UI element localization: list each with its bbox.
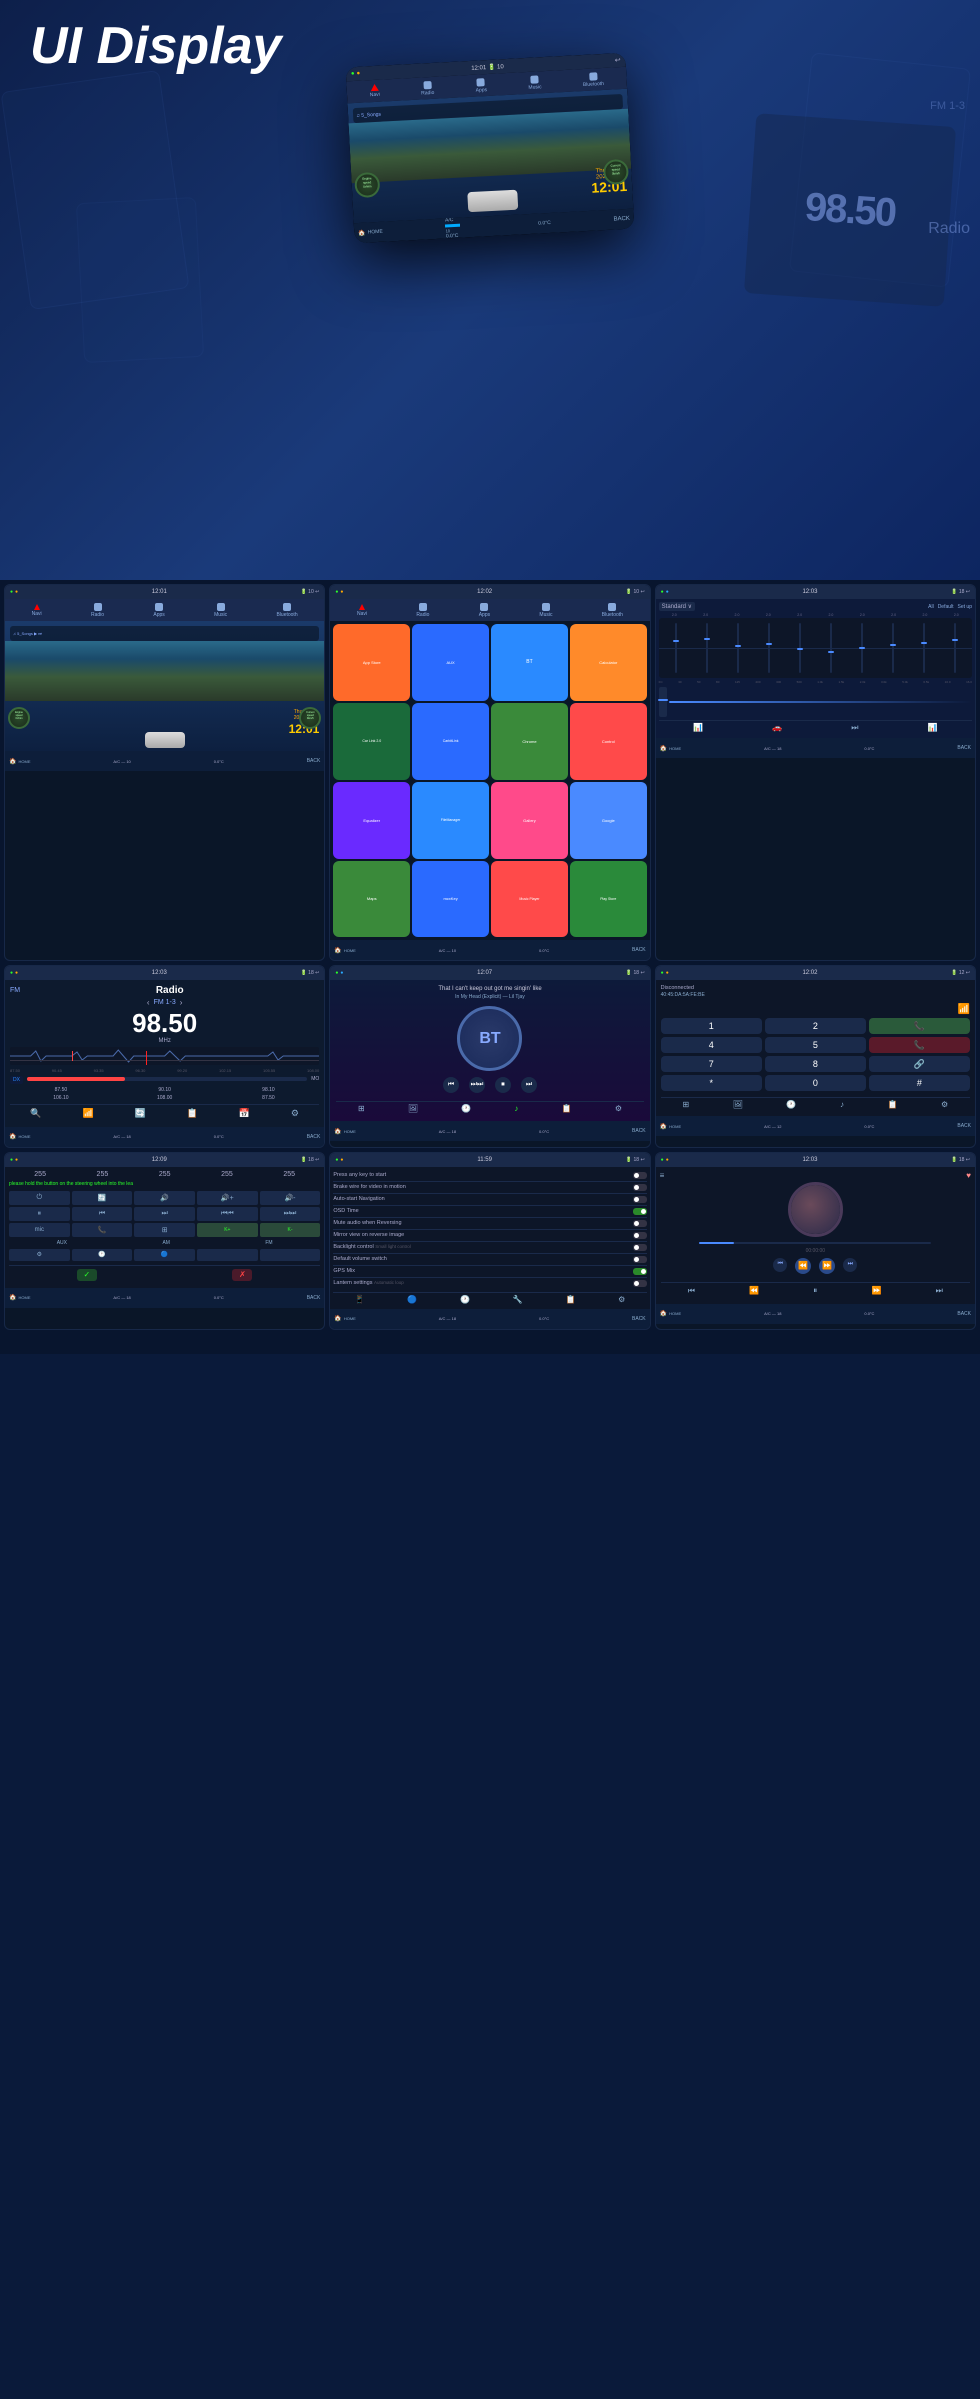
s6-bottombar: 🏠 HOME A/C — 12 0.0°C BACK	[656, 1116, 975, 1136]
s7-content: 255255255255255 please hold the button o…	[5, 1167, 324, 1288]
screens-grid: ●● 12:01 🔋 10 ↩ Navi Radio Apps Music Bl…	[0, 580, 980, 1334]
s9-topbar: ●● 12:03 🔋 18 ↩	[656, 1153, 975, 1167]
music-controls: ⏮ ⏪ ⏩ ⏭	[661, 1258, 970, 1274]
s7-topbar: ●● 12:09 🔋 18 ↩	[5, 1153, 324, 1167]
music-time: 00:00:00	[661, 1248, 970, 1254]
s4-topbar: ●● 12:03 🔋 18 ↩	[5, 966, 324, 980]
s9-bottombar: 🏠 HOME A/C — 18 0.0°C BACK	[656, 1304, 975, 1324]
s2-navbar: Navi Radio Apps Music Bluetooth	[330, 599, 649, 621]
next-btn[interactable]: ⏭	[843, 1258, 857, 1272]
s5-bt-content: That I can't keep out got me singin' lik…	[330, 980, 649, 1121]
screen-phone: ●● 12:02 🔋 12 ↩ Disconnected 40:45:DA:5A…	[655, 965, 976, 1148]
screen-radio: ●● 12:03 🔋 18 ↩ FM Radio ‹ FM 1-3 › 98.5…	[4, 965, 325, 1148]
screen-settings: ●● 11:59 🔋 18 ↩ Press any key to start B…	[329, 1152, 650, 1330]
hero-screen: ● ● 12:01 🔋 10 ↩ Navi Radio Apps Music B…	[346, 53, 635, 243]
music-bottom-icons: ⏮ ⏪ ⏸ ⏩ ⏭	[661, 1282, 970, 1299]
page-title: UI Display	[30, 20, 950, 72]
screen-apps: ●● 12:02 🔋 10 ↩ Navi Radio Apps Music Bl…	[329, 584, 650, 961]
s2-bottombar: 🏠 HOME A/C — 10 0.0°C BACK	[330, 940, 649, 960]
s5-topbar: ●● 12:07 🔋 18 ↩	[330, 966, 649, 980]
s6-phone-content: Disconnected 40:45:DA:5A:FE:BE 📶 1 2 📞 4…	[656, 980, 975, 1116]
s1-topbar: ●● 12:01 🔋 10 ↩	[5, 585, 324, 599]
s1-navbar: Navi Radio Apps Music Bluetooth	[5, 599, 324, 621]
screen-equalizer: ●● 12:03 🔋 18 ↩ Standard ∨ AllDefaultSet…	[655, 584, 976, 961]
s8-topbar: ●● 11:59 🔋 18 ↩	[330, 1153, 649, 1167]
s9-music-content: ≡ ♥ 00:00:00 ⏮ ⏪ ⏩ ⏭ ⏮ ⏪	[656, 1167, 975, 1304]
screen-bt-music: ●● 12:07 🔋 18 ↩ That I can't keep out go…	[329, 965, 650, 1148]
music-favorite-icon: ♥	[966, 1171, 971, 1180]
s4-bottombar: 🏠 HOME A/C — 18 0.0°C BACK	[5, 1127, 324, 1147]
s1-bottombar: 🏠 HOME A/C — 10 0.0°C BACK	[5, 751, 324, 771]
music-menu-icon: ≡	[660, 1171, 665, 1180]
music-progress-bar	[699, 1242, 931, 1244]
s6-topbar: ●● 12:02 🔋 12 ↩	[656, 966, 975, 980]
s5-bottombar: 🏠 HOME A/C — 18 0.0°C BACK	[330, 1121, 649, 1141]
s2-topbar: ●● 12:02 🔋 10 ↩	[330, 585, 649, 599]
s7-bottombar: 🏠 HOME A/C — 18 0.0°C BACK	[5, 1288, 324, 1308]
forward-btn[interactable]: ⏩	[819, 1258, 835, 1274]
rewind-btn[interactable]: ⏪	[795, 1258, 811, 1274]
s3-bottombar: 🏠 HOME A/C — 18 0.0°C BACK	[656, 738, 975, 758]
s1-main: ♫ 5_Songs ▶ ⏭ Thursday2022-02-03 12:01 E…	[5, 621, 324, 751]
screen-home: ●● 12:01 🔋 10 ↩ Navi Radio Apps Music Bl…	[4, 584, 325, 961]
s3-eq-content: Standard ∨ AllDefaultSet up 2.02.02.02.0…	[656, 599, 975, 738]
s2-apps-grid: App Store AUX BT Calculator Car Link 2.0…	[330, 621, 649, 940]
s4-radio-content: FM Radio ‹ FM 1-3 › 98.50 MHz	[5, 980, 324, 1127]
screen-music-player: ●● 12:03 🔋 18 ↩ ≡ ♥ 00:00:00 ⏮ ⏪ ⏩	[655, 1152, 976, 1330]
album-art	[788, 1182, 843, 1237]
screen-steering: ●● 12:09 🔋 18 ↩ 255255255255255 please h…	[4, 1152, 325, 1330]
s3-topbar: ●● 12:03 🔋 18 ↩	[656, 585, 975, 599]
s8-bottombar: 🏠 HOME A/C — 18 0.0°C BACK	[330, 1309, 649, 1329]
hero-main-content: ♫ 5_Songs Thursday2022-02-03 12:01 Engin…	[347, 89, 633, 223]
s8-settings-content: Press any key to start Brake wire for vi…	[330, 1167, 649, 1309]
header-section: 98.50 Radio FM 1-3 UI Display ● ● 12:01 …	[0, 0, 980, 580]
prev-btn[interactable]: ⏮	[773, 1258, 787, 1272]
